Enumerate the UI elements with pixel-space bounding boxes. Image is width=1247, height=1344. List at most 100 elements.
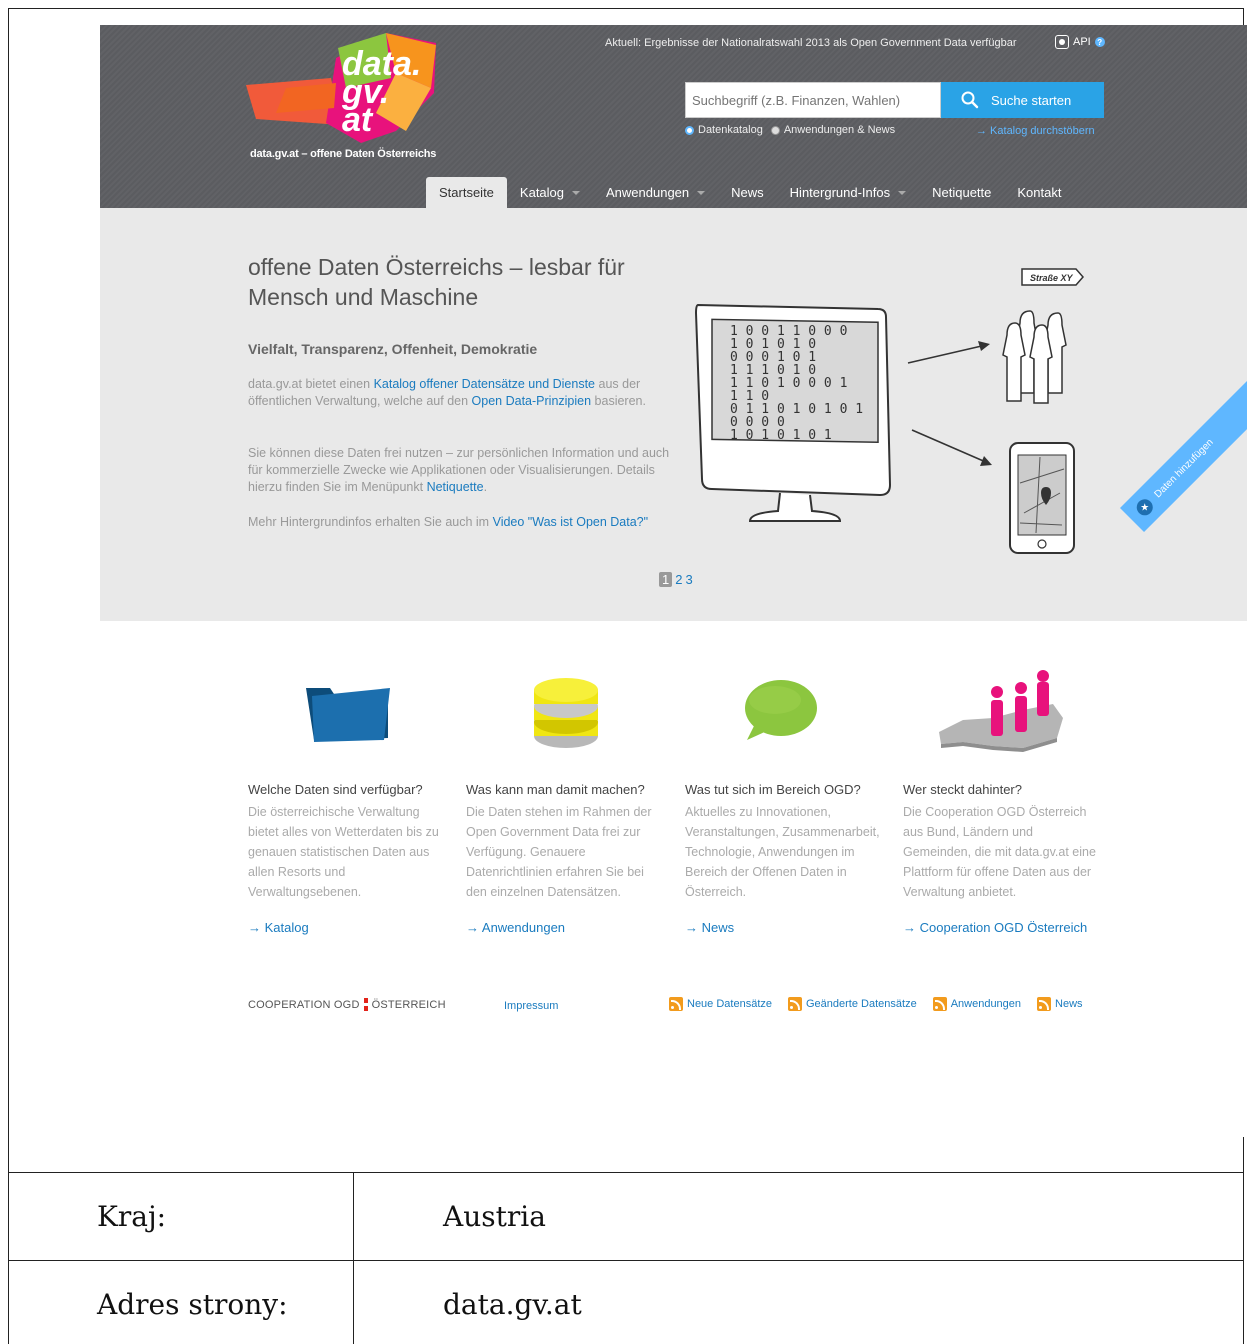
pager-page-2[interactable]: 2 <box>675 572 682 587</box>
rss-icon <box>669 997 683 1011</box>
search-icon <box>961 91 979 109</box>
feature-news: Was tut sich im Bereich OGD? Aktuelles z… <box>685 660 885 935</box>
rss-icon <box>932 997 947 1011</box>
api-link[interactable]: API ? <box>1055 35 1105 49</box>
netiquette-link[interactable]: Netiquette <box>427 480 484 494</box>
feature-text: Aktuelles zu Innovationen, Veranstaltung… <box>685 805 880 899</box>
rss-icon <box>788 997 802 1011</box>
nav-anwendungen[interactable]: Anwendungen <box>593 177 718 208</box>
feature-title: Welche Daten sind verfügbar? <box>248 782 423 797</box>
hero-paragraph: Sie können diese Daten frei nutzen – zur… <box>248 446 670 494</box>
search-input[interactable] <box>685 82 941 118</box>
slider-pager: 1 2 3 <box>659 572 693 587</box>
star-icon: ★ <box>1136 499 1153 516</box>
nav-hintergrund-infos[interactable]: Hintergrund-Infos <box>777 177 919 208</box>
site-header: data. gv. at data.gv.at – offene Daten Ö… <box>100 25 1247 208</box>
news-link[interactable]: → News <box>685 920 734 935</box>
hero-title: offene Daten Österreichs – lesbar für Me… <box>248 254 625 310</box>
speech-bubble-icon <box>745 680 817 740</box>
feature-text: Die Cooperation OGD Österreich aus Bund,… <box>903 805 1096 899</box>
people-icon <box>1002 310 1067 404</box>
feature-anwendungen: Was kann man damit machen? Die Daten ste… <box>466 660 666 935</box>
help-icon[interactable]: ? <box>1094 37 1105 47</box>
cooperation-link[interactable]: → Cooperation OGD Österreich <box>903 920 1087 935</box>
feature-title: Was kann man damit machen? <box>466 782 645 797</box>
video-link[interactable]: Video "Was ist Open Data?" <box>493 515 648 529</box>
brand-text: COOPERATION OGD <box>248 998 360 1011</box>
info-table: Kraj: Austria Adres strony: data.gv.at <box>8 1172 1244 1344</box>
api-icon <box>1055 35 1069 49</box>
nav-label: Kontakt <box>1017 185 1062 200</box>
open-data-illustration: 1 0 0 1 1 0 0 0 1 0 1 0 1 0 0 0 0 1 0 1 … <box>694 268 1084 554</box>
svg-text:1 0 1 0 1 0 1: 1 0 1 0 1 0 1 <box>730 428 832 443</box>
data-gv-at-logo[interactable]: data. gv. at <box>246 33 441 145</box>
feed-news[interactable]: News <box>1037 997 1083 1011</box>
nav-katalog[interactable]: Katalog <box>507 177 593 208</box>
table-row: Kraj: Austria <box>8 1172 1244 1261</box>
nav-label: Katalog <box>519 185 565 200</box>
katalog-link[interactable]: → Katalog <box>248 920 309 935</box>
database-icon <box>534 678 598 748</box>
street-sign-label: Straße XY <box>1030 273 1074 283</box>
anwendungen-link[interactable]: → Anwendungen <box>466 920 565 935</box>
pager-page-3[interactable]: 3 <box>685 572 692 587</box>
radio-checked-icon <box>685 125 694 135</box>
feature-cooperation: Wer steckt dahinter? Die Cooperation OGD… <box>903 660 1103 935</box>
nav-label: Anwendungen <box>606 185 690 200</box>
nav-netiquette[interactable]: Netiquette <box>919 177 1004 208</box>
api-label: API <box>1073 36 1091 48</box>
table-value: Austria <box>353 1172 1244 1261</box>
cooperation-ogd-logo[interactable]: COOPERATION OGD ÖSTERREICH <box>248 998 446 1011</box>
feed-label: News <box>1055 998 1083 1010</box>
austria-map-people-icon <box>939 670 1063 752</box>
chevron-down-icon <box>572 190 581 195</box>
feature-text: Die Daten stehen im Rahmen der Open Gove… <box>466 805 652 899</box>
catalog-link[interactable]: Katalog offener Datensätze und Dienste <box>374 377 595 391</box>
open-data-principles-link[interactable]: Open Data-Prinzipien <box>472 394 592 408</box>
feed-label: Neue Datensätze <box>687 998 772 1010</box>
nav-startseite[interactable]: Startseite <box>426 177 507 208</box>
radio-anwendungen-news[interactable]: Anwendungen & News <box>770 124 896 136</box>
logo-text: at <box>342 101 374 139</box>
hero-slider: offene Daten Österreichs – lesbar für Me… <box>100 208 1247 621</box>
logo-caption: data.gv.at – offene Daten Österreichs <box>250 148 437 160</box>
table-key: Kraj: <box>8 1172 354 1261</box>
radio-datenkatalog[interactable]: Datenkatalog <box>685 124 763 136</box>
impressum-link[interactable]: Impressum <box>504 1000 558 1012</box>
browse-catalog-link[interactable]: → Katalog durchstöbern <box>976 125 1095 137</box>
add-data-ribbon[interactable]: ★ Daten hinzufügen <box>1120 366 1247 533</box>
hero-subtitle: Vielfalt, Transparenz, Offenheit, Demokr… <box>248 341 538 357</box>
rss-icon <box>1037 997 1052 1011</box>
feature-katalog: Welche Daten sind verfügbar? Die österre… <box>248 660 448 935</box>
nav-kontakt[interactable]: Kontakt <box>1004 177 1074 208</box>
nav-news[interactable]: News <box>718 177 777 208</box>
brand-text: ÖSTERREICH <box>371 998 446 1011</box>
search-button-label: Suche starten <box>991 92 1072 108</box>
nav-label: Hintergrund-Infos <box>789 185 891 200</box>
table-value: data.gv.at <box>353 1260 1244 1344</box>
hero-paragraph: Mehr Hintergrundinfos erhalten Sie auch … <box>248 515 649 529</box>
radio-label: Anwendungen & News <box>783 124 896 136</box>
radio-label: Datenkatalog <box>698 124 763 136</box>
table-row: Adres strony: data.gv.at <box>8 1260 1244 1344</box>
search-button[interactable]: Suche starten <box>941 82 1104 118</box>
nav-label: Netiquette <box>932 185 992 200</box>
austria-flag-icon <box>363 998 368 1011</box>
nav-label: News <box>731 185 764 200</box>
hero-paragraph: data.gv.at bietet einen Katalog offener … <box>248 377 646 408</box>
nav-label: Startseite <box>439 185 494 200</box>
radio-unchecked-icon <box>770 125 780 135</box>
feed-neue-datensaetze[interactable]: Neue Datensätze <box>669 997 772 1011</box>
pager-page-1[interactable]: 1 <box>659 572 673 587</box>
ribbon-label: Daten hinzufügen <box>1152 436 1216 500</box>
feature-title: Wer steckt dahinter? <box>903 782 1022 797</box>
feed-anwendungen[interactable]: Anwendungen <box>932 997 1022 1011</box>
main-nav: Startseite Katalog Anwendungen News Hint… <box>426 177 1074 208</box>
search-scope: Datenkatalog Anwendungen & News <box>685 124 895 136</box>
table-key: Adres strony: <box>8 1260 354 1344</box>
smartphone-icon <box>1009 442 1075 554</box>
feed-label: Anwendungen <box>950 998 1022 1010</box>
news-ticker[interactable]: Aktuell: Ergebnisse der Nationalratswahl… <box>605 37 1017 49</box>
document-frame-edge <box>1243 1137 1244 1173</box>
feed-geaenderte-datensaetze[interactable]: Geänderte Datensätze <box>788 997 917 1011</box>
